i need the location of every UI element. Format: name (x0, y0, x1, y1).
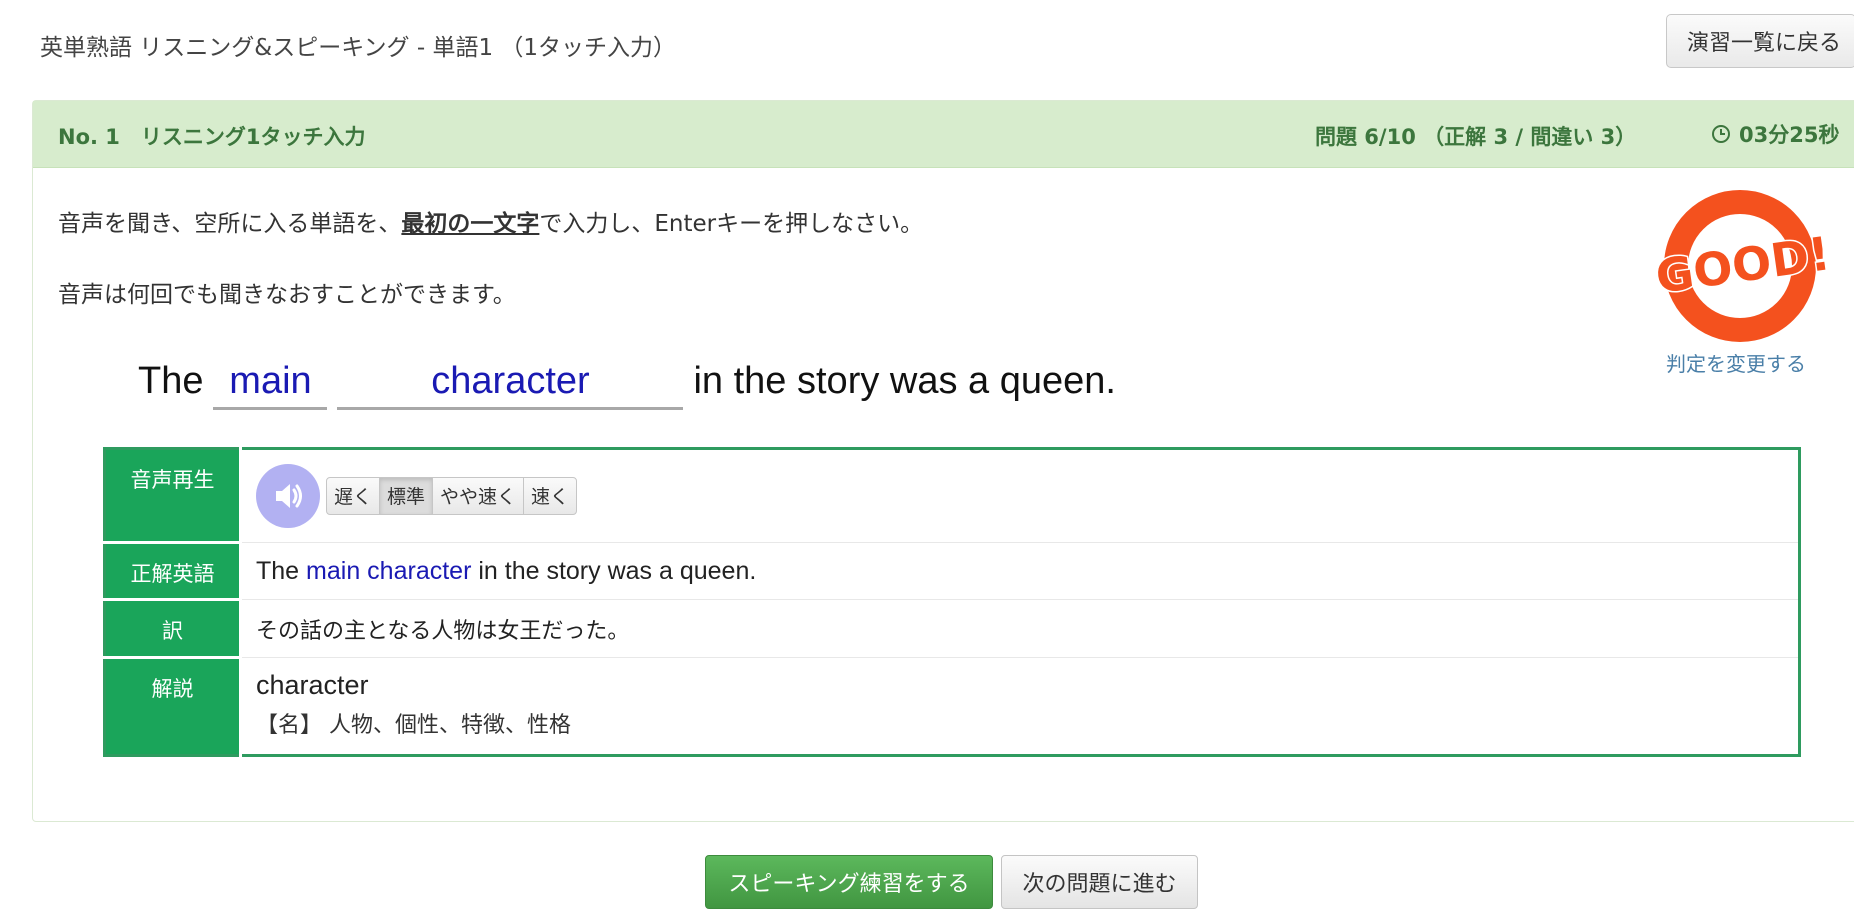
instruction-text-after: で入力し、Enterキーを押しなさい。 (539, 211, 924, 237)
good-stamp-icon: GOOD! (1651, 190, 1835, 342)
play-audio-button[interactable] (256, 463, 320, 528)
answer-row: 正解英語 The main character in the story was… (104, 542, 1800, 602)
explanation-label: 解説 (104, 657, 242, 756)
answer-cell: The main character in the story was a qu… (240, 542, 1800, 601)
speed-button-group: 遅く 標準 やや速く 速く (326, 476, 578, 515)
back-to-list-button[interactable]: 演習一覧に戻る (1666, 14, 1854, 68)
audio-controls: 遅く 標準 やや速く 速く (256, 463, 1784, 528)
instruction-line-2: 音声は何回でも聞きなおすことができます。 (58, 282, 516, 308)
instruction-line-1: 音声を聞き、空所に入る単語を、最初の一文字で入力し、Enterキーを押しなさい。 (58, 204, 923, 238)
answer-highlight: main character (306, 556, 472, 585)
sentence-prefix: The (138, 360, 204, 402)
answer-before: The (256, 556, 300, 585)
instruction-text-before: 音声を聞き、空所に入る単語を、 (58, 211, 402, 237)
translation-row: 訳 その話の主となる人物は女王だった。 (104, 599, 1800, 660)
speaking-practice-button[interactable]: スピーキング練習をする (705, 855, 993, 909)
translation-text: その話の主となる人物は女王だった。 (240, 599, 1800, 659)
instruction-emphasis: 最初の一文字 (401, 211, 540, 237)
correct-answer-sentence: The main character in the story was a qu… (256, 557, 756, 585)
explanation-word: character (256, 670, 369, 701)
timer-value: 03分25秒 (1739, 123, 1840, 147)
sentence-suffix: in the story was a queen. (693, 360, 1116, 402)
change-judgment-link[interactable]: 判定を変更する (1666, 348, 1806, 377)
answer-blank-1[interactable]: main (213, 360, 328, 410)
explanation-meaning: 【名】 人物、個性、特徴、性格 (256, 713, 571, 739)
clock-icon (1712, 125, 1730, 143)
speed-somewhat-fast-button[interactable]: やや速く (432, 476, 525, 515)
audio-label: 音声再生 (104, 448, 242, 544)
speed-normal-button[interactable]: 標準 (379, 476, 434, 515)
answer-blank-2[interactable]: character (337, 360, 684, 410)
speed-slow-button[interactable]: 遅く (326, 476, 381, 515)
translation-label: 訳 (104, 599, 242, 660)
question-sentence: The main character in the story was a qu… (138, 352, 1116, 410)
speaker-icon (276, 483, 302, 508)
page-title: 英単熟語 リスニング&スピーキング - 単語1 （1タッチ入力） (40, 35, 677, 61)
speed-fast-button[interactable]: 速く (523, 476, 578, 515)
answer-label: 正解英語 (104, 542, 242, 602)
answer-info-table: 音声再生 遅く 標準 やや速く 速く 正解英語 The main charact… (103, 447, 1801, 757)
panel-header: No. 1 リスニング1タッチ入力 問題 6/10 （正解 3 / 間違い 3）… (33, 101, 1854, 168)
audio-row: 音声再生 遅く 標準 やや速く 速く (104, 448, 1800, 544)
explanation-row: 解説 character 【名】 人物、個性、特徴、性格 (104, 657, 1800, 756)
answer-after: in the story was a queen. (478, 556, 757, 585)
question-progress: 問題 6/10 （正解 3 / 間違い 3） (1315, 125, 1637, 149)
audio-cell: 遅く 標準 やや速く 速く (240, 448, 1800, 543)
explanation-cell: character 【名】 人物、個性、特徴、性格 (240, 657, 1800, 756)
panel-header-title: No. 1 リスニング1タッチ入力 (58, 125, 366, 149)
timer: 03分25秒 (1711, 119, 1839, 149)
next-question-button[interactable]: 次の問題に進む (1001, 855, 1198, 909)
